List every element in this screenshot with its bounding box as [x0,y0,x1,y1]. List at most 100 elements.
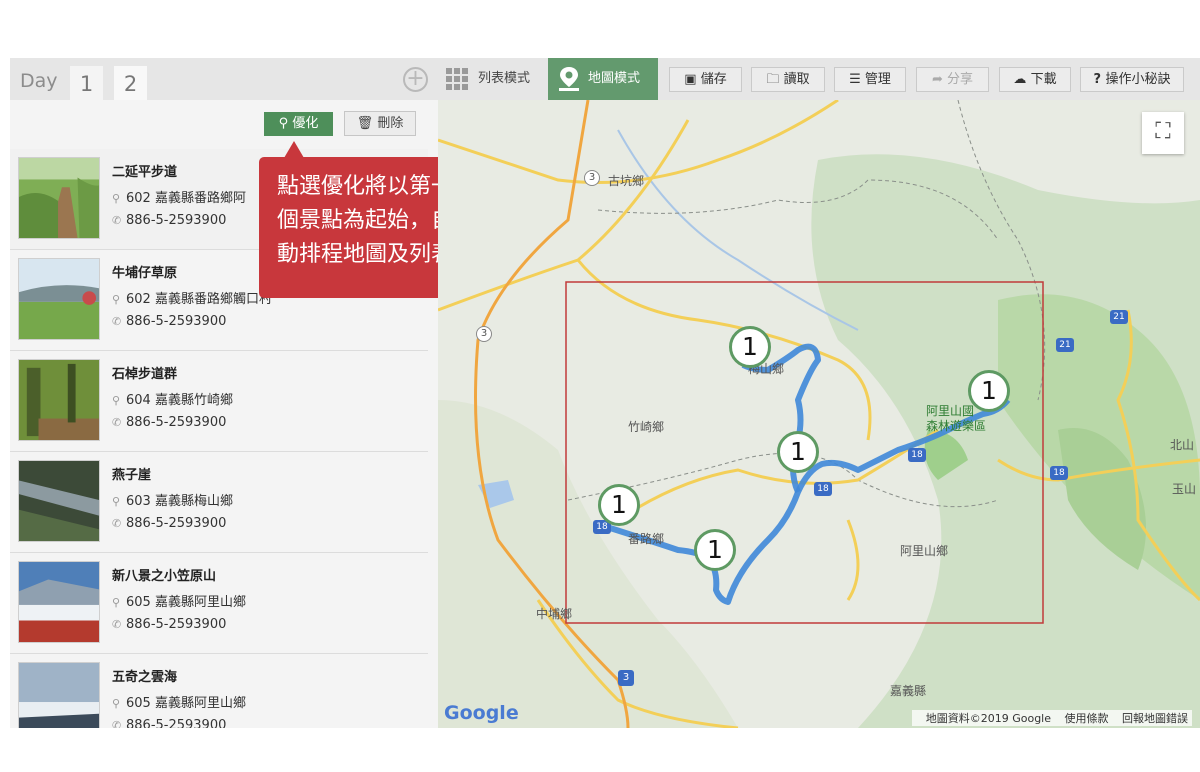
spot-phone: ✆ 886-5-2593900 [112,516,226,531]
spot-photo-cliff [18,460,100,542]
spot-phone: ✆ 886-5-2593900 [112,415,226,430]
list-item[interactable]: 石棹步道群 ⚲ 604 嘉義縣竹崎鄉 ✆ 886-5-2593900 [10,351,428,452]
spot-name: 二延平步道 [112,165,178,180]
list-item[interactable]: 燕子崖 ⚲ 603 嘉義縣梅山鄉 ✆ 886-5-2593900 [10,452,428,553]
spot-phone-text: 886-5-2593900 [126,415,227,430]
list-manage-icon: ☰ [849,72,865,87]
fullscreen-icon: ⛶ [1155,119,1171,144]
spot-phone-text: 886-5-2593900 [126,516,227,531]
map-data-credit: 地圖資料©2019 Google [925,712,1051,725]
day-label: Day [20,70,58,92]
share-button[interactable]: ➦ 分享 [916,67,989,92]
route-shield-21a: 21 [1110,310,1128,324]
spot-photo-forest-path [18,359,100,441]
spot-phone-text: 886-5-2593900 [126,213,227,228]
route-shield-3c: 3 [618,670,634,686]
map-pin-icon [559,67,579,91]
tooltip-arrow [284,141,304,158]
download-button[interactable]: ☁ 下載 [999,67,1071,92]
spot-address-text: 603 嘉義縣梅山鄉 [126,494,233,509]
spot-phone: ✆ 886-5-2593900 [112,718,226,728]
manage-label: 管理 [864,72,891,87]
map-label-zhongpu: 中埔鄉 [536,607,573,621]
question-icon: ? [1093,72,1106,87]
map-label-fanlu: 番路鄉 [628,532,665,546]
map-label-yushan: 玉山 [1172,482,1197,496]
spot-address: ⚲ 605 嘉義縣阿里山鄉 [112,591,246,610]
map-marker[interactable]: 1 [729,326,771,368]
spot-phone-text: 886-5-2593900 [126,617,227,632]
phone-icon: ✆ [112,315,122,328]
spot-phone-text: 886-5-2593900 [126,314,227,329]
delete-button[interactable]: 🗑 刪除 [344,111,416,136]
download-label: 下載 [1030,72,1057,87]
map-label-gukeng: 古坑鄉 [608,174,645,188]
location-pin-icon: ⚲ [112,293,121,306]
list-tool-row: ⚲ 優化 🗑 刪除 [10,100,438,149]
map-label-alishan-park-2: 森林遊樂區 [926,419,987,433]
day-tabs-bar: Day 1 2 + [10,58,438,100]
phone-icon: ✆ [112,416,122,429]
grid-icon [446,68,468,90]
fullscreen-button[interactable]: ⛶ [1142,112,1184,154]
cloud-download-icon: ☁ [1013,72,1031,87]
map-mode-button[interactable]: 地圖模式 [548,58,658,100]
spot-phone-text: 886-5-2593900 [126,718,227,728]
route-shield-3a: 3 [584,170,600,186]
save-icon: ▣ [684,72,701,87]
spot-address: ⚲ 602 嘉義縣番路鄉阿 [112,187,246,206]
list-mode-button[interactable]: 列表模式 [438,58,548,100]
day-tab-1[interactable]: 1 [70,66,103,100]
add-day-button[interactable]: + [403,67,428,92]
route-optimize-icon: ⚲ [278,116,293,131]
list-item[interactable]: 五奇之雲海 ⚲ 605 嘉義縣阿里山鄉 ✆ 886-5-2593900 [10,654,428,728]
map-view[interactable]: 古坑鄉 竹崎鄉 番路鄉 梅山鄉 阿里山鄉 中埔鄉 嘉義縣 阿里山國 森林遊樂區 … [438,100,1200,728]
list-item[interactable]: 新八景之小笠原山 ⚲ 605 嘉義縣阿里山鄉 ✆ 886-5-2593900 [10,553,428,654]
map-label-zhuqi: 竹崎鄉 [628,420,665,434]
optimize-label: 優化 [292,116,319,131]
app-window: Day 1 2 + ⚲ 優化 🗑 刪除 二延平步道 ⚲ 602 嘉義縣番路鄉阿 [0,0,1200,772]
top-toolbar: 列表模式 地圖模式 ▣ 儲存 🗀 讀取 ☰ 管理 ➦ 分享 ☁ 下載 ? 操作小… [438,58,1200,100]
map-marker[interactable]: 1 [968,370,1010,412]
phone-icon: ✆ [112,719,122,728]
spot-phone: ✆ 886-5-2593900 [112,617,226,632]
spot-photo-clouds [18,662,100,728]
spot-address: ⚲ 602 嘉義縣番路鄉觸口村 [112,288,272,307]
route-shield-18b: 18 [814,482,832,496]
spot-photo-trail [18,157,100,239]
manage-button[interactable]: ☰ 管理 [834,67,906,92]
report-error-link[interactable]: 回報地圖錯誤 [1122,712,1188,725]
spot-address: ⚲ 603 嘉義縣梅山鄉 [112,490,233,509]
spot-address-text: 602 嘉義縣番路鄉阿 [126,191,246,206]
spot-address-text: 604 嘉義縣竹崎鄉 [126,393,233,408]
delete-label: 刪除 [377,116,404,131]
save-button[interactable]: ▣ 儲存 [669,67,742,92]
day-tab-2[interactable]: 2 [114,66,147,100]
phone-icon: ✆ [112,517,122,530]
spot-address-text: 605 嘉義縣阿里山鄉 [126,595,246,610]
spot-address: ⚲ 605 嘉義縣阿里山鄉 [112,692,246,711]
map-marker[interactable]: 1 [598,484,640,526]
route-shield-18c: 18 [908,448,926,462]
share-arrow-icon: ➦ [931,72,947,87]
save-label: 儲存 [700,72,727,87]
map-label-beishan: 北山 [1170,438,1195,452]
optimize-button[interactable]: ⚲ 優化 [264,112,333,136]
terms-link[interactable]: 使用條款 [1065,712,1109,725]
help-button[interactable]: ? 操作小秘訣 [1080,67,1184,92]
list-mode-label: 列表模式 [478,71,531,86]
share-label: 分享 [947,72,974,87]
help-label: 操作小秘訣 [1105,72,1171,87]
map-marker[interactable]: 1 [777,431,819,473]
spot-address-text: 602 嘉義縣番路鄉觸口村 [126,292,272,307]
load-button[interactable]: 🗀 讀取 [751,67,825,92]
map-mode-label: 地圖模式 [588,71,641,86]
location-pin-icon: ⚲ [112,697,121,710]
spot-name: 新八景之小笠原山 [112,569,217,584]
spot-phone: ✆ 886-5-2593900 [112,314,226,329]
location-pin-icon: ⚲ [112,596,121,609]
map-marker[interactable]: 1 [694,529,736,571]
route-shield-21b: 21 [1056,338,1074,352]
spot-name: 牛埔仔草原 [112,266,178,281]
load-label: 讀取 [783,72,810,87]
